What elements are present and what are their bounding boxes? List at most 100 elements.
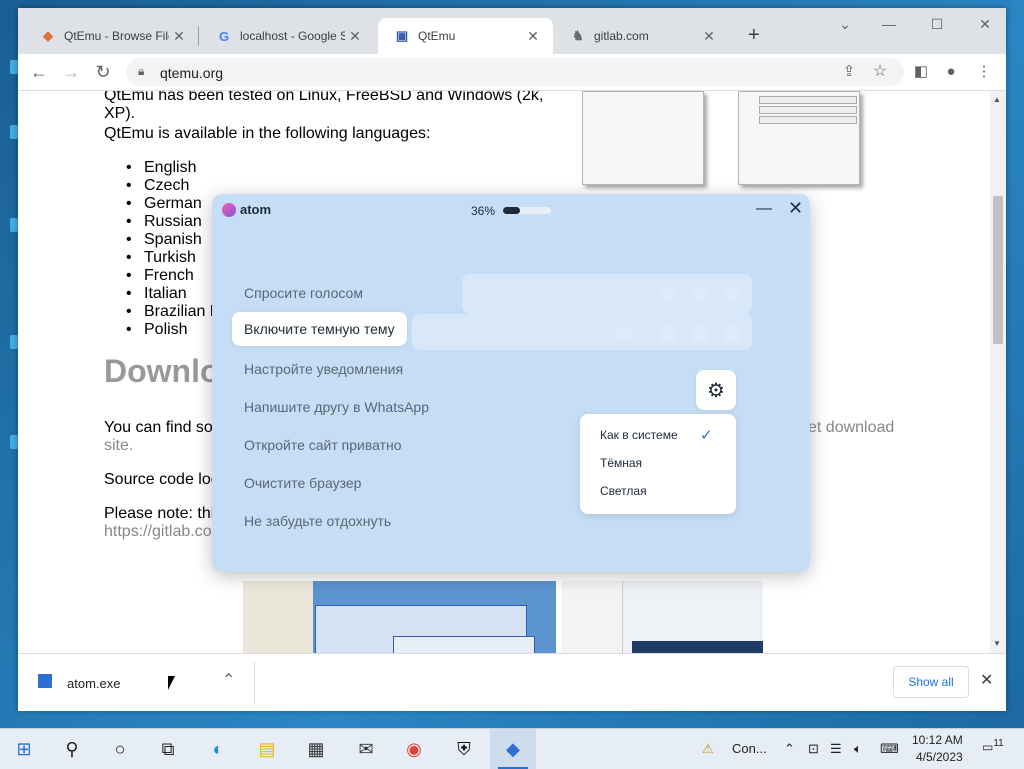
scroll-up-icon[interactable]: ▲ <box>993 95 1001 104</box>
notification-icon[interactable]: ▭11 <box>982 738 1004 754</box>
progress-fill <box>503 207 521 214</box>
language-item: French <box>126 267 194 285</box>
file-explorer-icon[interactable]: ▤ <box>255 737 279 761</box>
tab-search-chevron-icon[interactable]: ⌄ <box>830 16 860 33</box>
suggestion-item[interactable]: Откройте сайт приватно <box>244 437 402 453</box>
download-item[interactable]: atom.exe <box>67 676 120 691</box>
chevron-up-icon[interactable]: ⌃ <box>222 670 235 690</box>
chrome-icon[interactable]: ◉ <box>402 737 426 761</box>
theme-option-system[interactable]: Как в системе <box>600 428 678 442</box>
close-window-icon[interactable]: ✕ <box>970 16 1000 33</box>
suggestion-item[interactable]: Напишите другу в WhatsApp <box>244 399 429 415</box>
screenshot-thumbnail[interactable] <box>582 91 704 185</box>
desktop-icon[interactable] <box>10 218 18 232</box>
gear-icon[interactable]: ⚙ <box>696 370 736 410</box>
windows-start-icon[interactable]: ⊞ <box>12 737 36 761</box>
security-shield-icon[interactable]: ⛨ <box>452 737 476 761</box>
theme-option-dark[interactable]: Тёмная <box>600 456 642 470</box>
close-icon[interactable]: ✕ <box>345 28 365 45</box>
scroll-thumb[interactable] <box>993 196 1003 344</box>
page-link[interactable]: site. <box>104 437 133 455</box>
suggestion-item-selected[interactable]: Включите темную тему <box>232 312 407 346</box>
tray-network-label[interactable]: Con... <box>732 741 767 756</box>
chevron-up-icon[interactable]: ⌃ <box>784 741 795 757</box>
qtemu-icon: ▣ <box>395 28 409 43</box>
section-heading: Downlo <box>104 353 220 389</box>
close-icon[interactable]: ✕ <box>980 670 993 690</box>
profile-icon[interactable]: ● <box>940 62 962 82</box>
suggestion-item[interactable]: Очистите браузер <box>244 475 361 491</box>
progress-percent: 36% <box>471 204 496 218</box>
edge-icon[interactable]: ◐ <box>206 737 230 761</box>
close-icon[interactable]: ✕ <box>169 28 189 45</box>
page-link[interactable]: et download <box>808 419 894 437</box>
theme-option-light[interactable]: Светлая <box>600 484 647 498</box>
minimize-icon[interactable]: — <box>756 200 772 218</box>
lock-icon: 🔒︎ <box>138 64 145 78</box>
screenshot-thumbnail[interactable] <box>562 581 763 653</box>
language-item: Polish <box>126 321 187 339</box>
desktop-icon[interactable] <box>10 125 18 139</box>
atom-installer-taskbar-icon[interactable]: ◆ <box>490 729 536 769</box>
tab-qtemu-browse-files[interactable]: ◆ QtEmu - Browse Files ✕ <box>24 18 199 54</box>
page-text: You can find so <box>104 419 213 436</box>
volume-muted-icon[interactable]: 🔈︎ <box>854 741 862 757</box>
download-bar: atom.exe ⌃ Show all ✕ <box>18 653 1006 711</box>
atom-installer-window: atom 36% — ✕ Спросите голосом Включите т… <box>212 194 810 572</box>
notification-count: 11 <box>993 738 1004 749</box>
clock[interactable]: 10:12 AM 4/5/2023 <box>912 732 963 766</box>
language-item: German <box>126 195 202 213</box>
suggestion-item[interactable]: Настройте уведомления <box>244 361 403 377</box>
theme-menu: Как в системе ✓ Тёмная Светлая <box>580 414 736 514</box>
desktop-icon[interactable] <box>10 60 18 74</box>
browser-toolbar: ← → ↻ 🔒︎ qtemu.org ⇪ ☆ ◧ ● ⋮ <box>18 54 1006 91</box>
task-view-icon[interactable]: ⧉ <box>156 737 180 761</box>
share-icon[interactable]: ⇪ <box>838 62 860 82</box>
screenshot-thumbnail[interactable] <box>738 91 860 185</box>
network-warning-icon[interactable]: ⚠ <box>702 741 714 757</box>
maximize-icon[interactable]: ☐ <box>922 16 952 33</box>
suggestion-item[interactable]: Не забудьте отдохнуть <box>244 513 391 529</box>
bookmark-star-icon[interactable]: ☆ <box>869 62 891 82</box>
device-icon[interactable]: ⊡ <box>808 741 819 757</box>
close-icon[interactable]: ✕ <box>788 198 803 219</box>
minimize-icon[interactable]: — <box>874 16 904 32</box>
store-icon[interactable]: ▦ <box>304 737 328 761</box>
progress-bar <box>503 207 551 214</box>
suggestion-item[interactable]: Спросите голосом <box>244 285 363 301</box>
forward-arrow-icon[interactable]: → <box>60 62 82 82</box>
side-panel-icon[interactable]: ◧ <box>910 62 932 82</box>
mail-icon[interactable]: ✉ <box>354 737 378 761</box>
atom-logo-icon <box>222 203 236 217</box>
gitlab-fox-icon: ♞ <box>572 28 584 43</box>
page-text: Source code loc <box>104 471 219 488</box>
desktop-icon[interactable] <box>10 435 18 449</box>
new-tab-button[interactable]: + <box>748 24 760 47</box>
desktop-icon[interactable] <box>10 335 18 349</box>
mouse-cursor-icon <box>168 676 175 690</box>
vertical-scrollbar[interactable]: ▲ ▼ <box>990 91 1006 653</box>
reload-icon[interactable]: ↻ <box>92 62 114 82</box>
close-icon[interactable]: ✕ <box>523 28 543 45</box>
page-link[interactable]: https://gitlab.co <box>104 523 212 541</box>
menu-kebab-icon[interactable]: ⋮ <box>973 62 995 82</box>
language-item: Italian <box>126 285 187 303</box>
language-item: Russian <box>126 213 202 231</box>
close-icon[interactable]: ✕ <box>699 28 719 45</box>
language-item: Czech <box>126 177 190 195</box>
address-bar[interactable]: 🔒︎ qtemu.org <box>126 58 904 86</box>
tab-localhost-google[interactable]: G localhost - Google Se ✕ <box>200 18 375 54</box>
keyboard-icon[interactable]: ⌨ <box>880 741 899 757</box>
google-icon: G <box>218 28 230 44</box>
scroll-down-icon[interactable]: ▼ <box>993 639 1001 648</box>
cortana-icon[interactable]: ○ <box>108 737 132 761</box>
search-icon[interactable]: ⚲ <box>60 737 84 761</box>
back-arrow-icon[interactable]: ← <box>28 62 50 82</box>
language-item: Brazilian P <box>126 303 221 321</box>
tab-qtemu[interactable]: ▣ QtEmu ✕ <box>378 18 553 54</box>
screenshot-thumbnail[interactable] <box>243 581 556 653</box>
tab-gitlab[interactable]: ♞ gitlab.com ✕ <box>554 18 729 54</box>
taskbar: ⊞ ⚲ ○ ⧉ ◐ ▤ ▦ ✉ ◉ ⛨ ◆ ⚠ Con... ⌃ ⊡ ☰ 🔈︎ … <box>0 728 1024 769</box>
network-icon[interactable]: ☰ <box>830 741 842 757</box>
show-all-button[interactable]: Show all <box>893 666 969 698</box>
